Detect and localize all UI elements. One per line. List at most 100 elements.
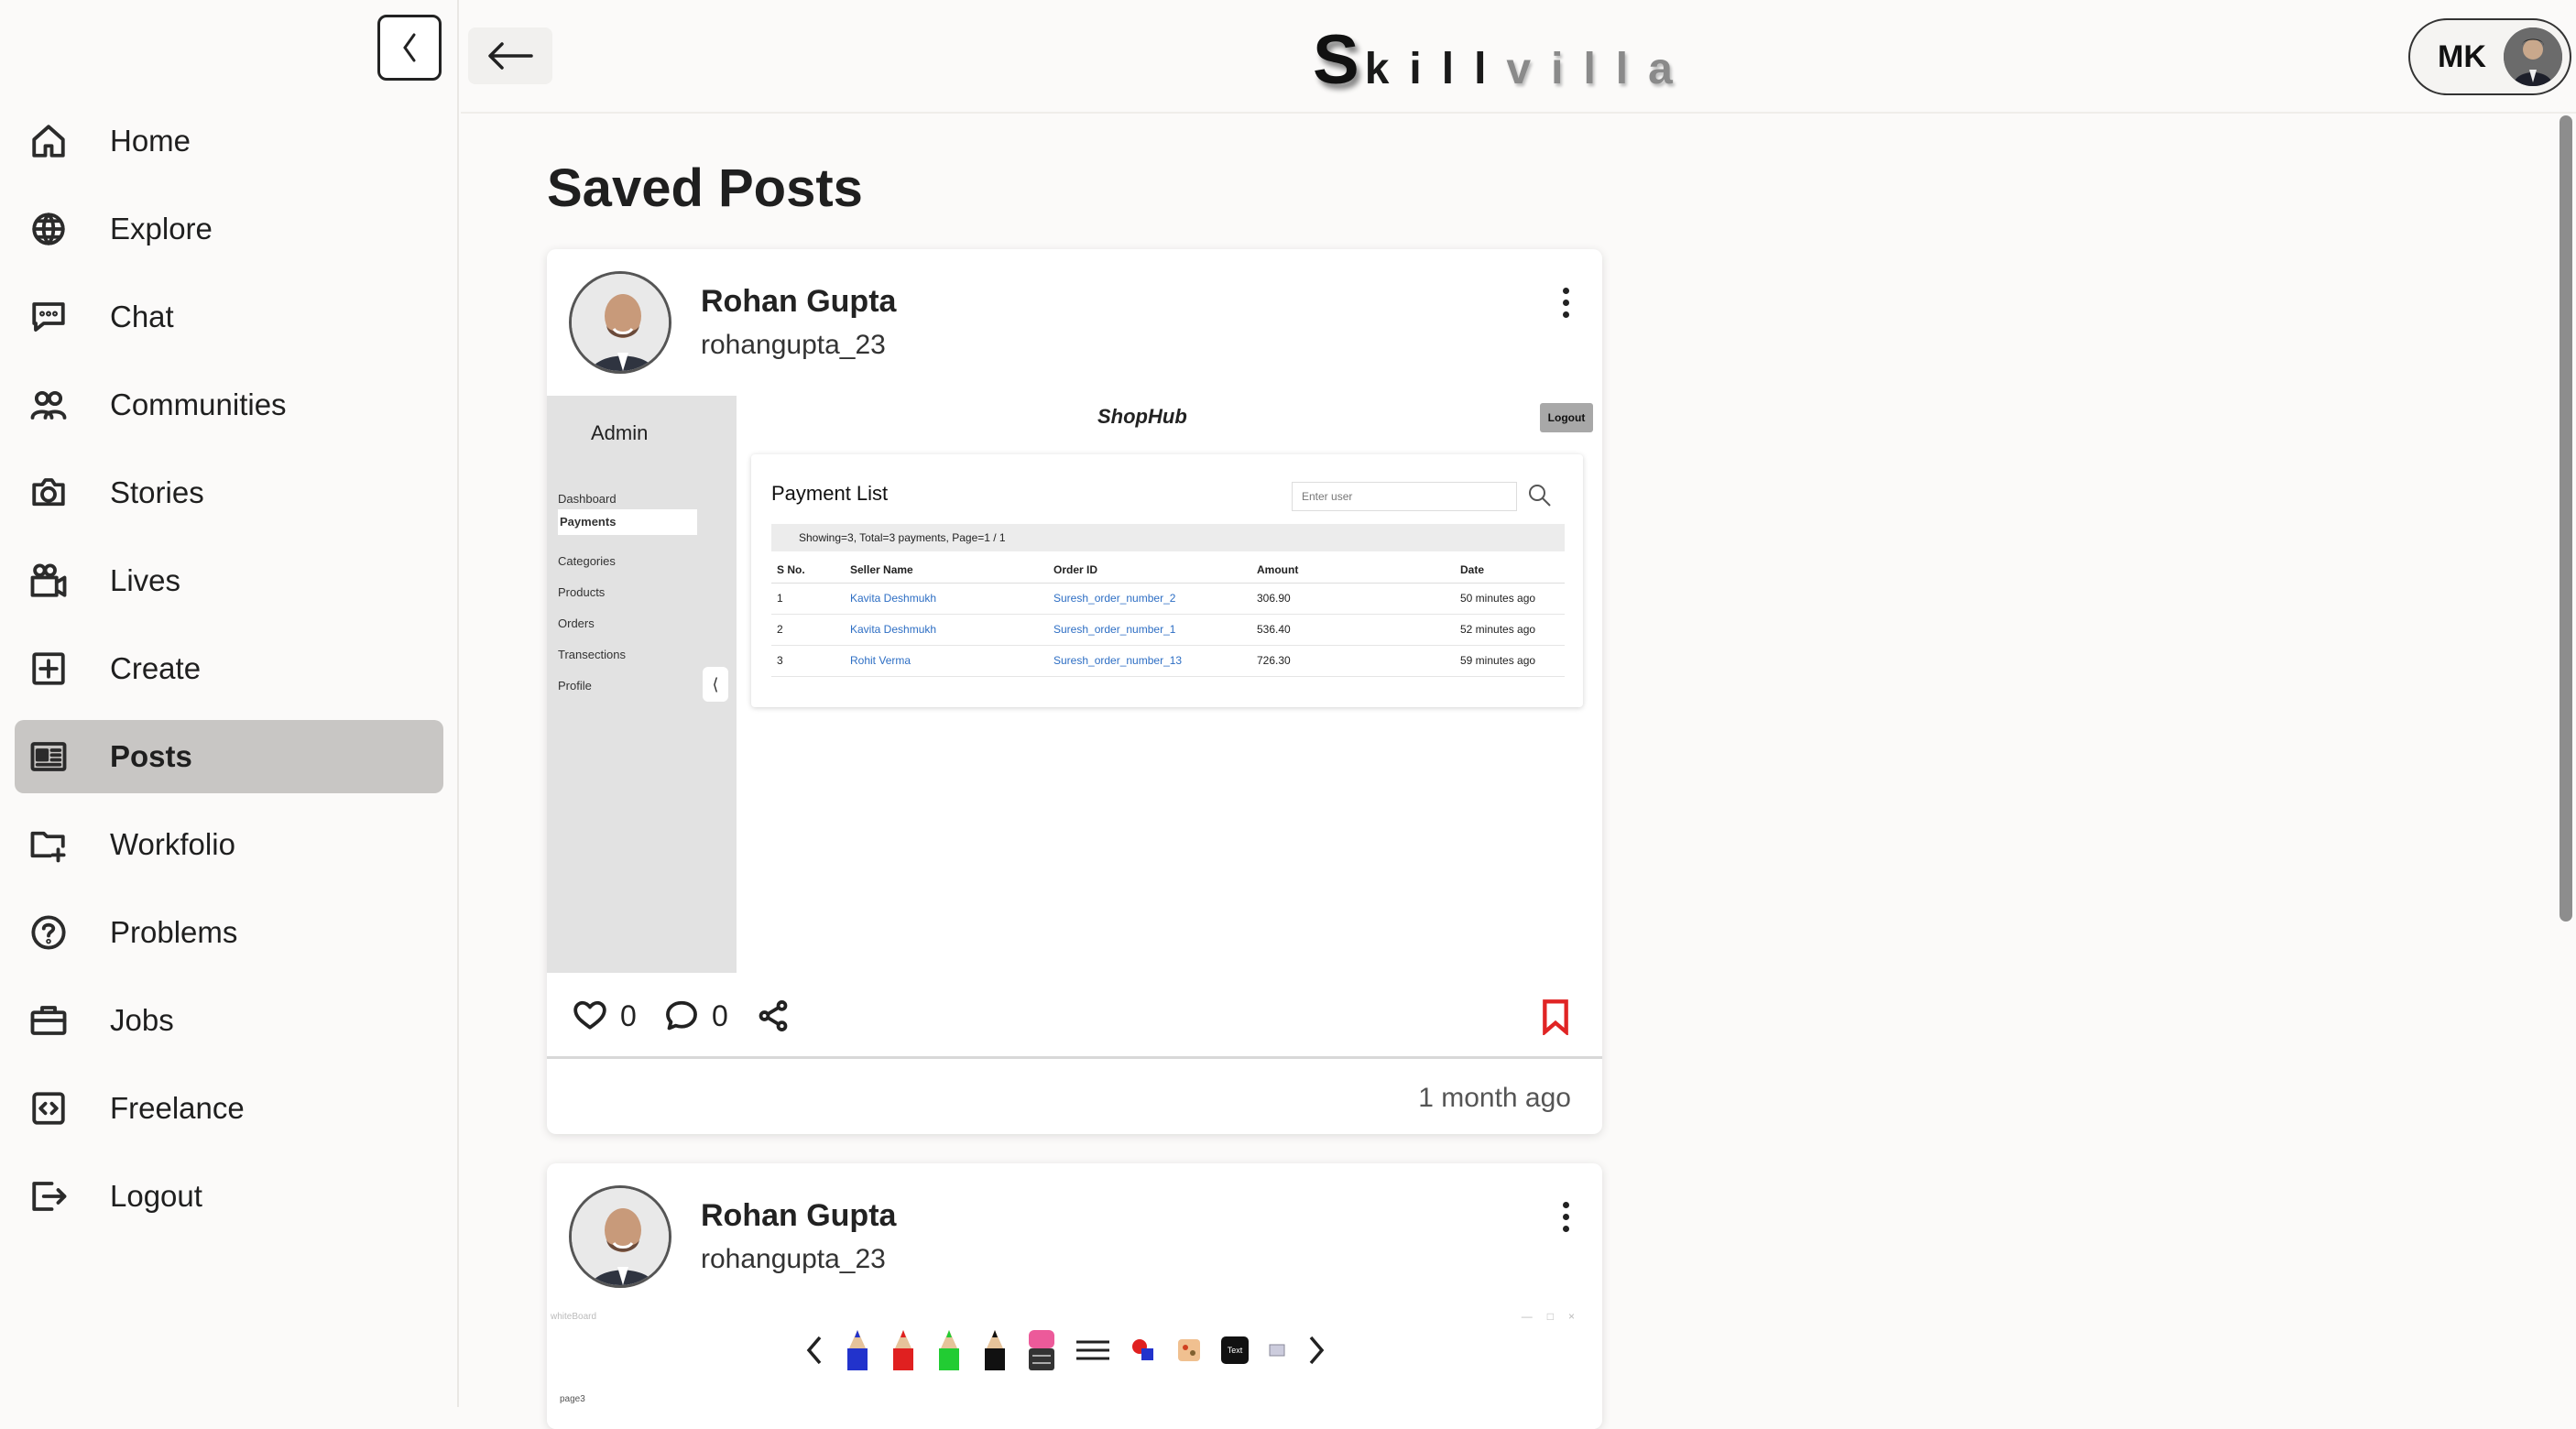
dot xyxy=(1562,288,1569,294)
shapes-icon xyxy=(1132,1339,1153,1360)
heart-icon xyxy=(573,1000,606,1030)
line-width-icon xyxy=(1076,1340,1109,1360)
comment-icon xyxy=(666,1000,697,1031)
window-controls: —□× xyxy=(1521,1310,1589,1323)
table-cell: 50 minutes ago xyxy=(1455,583,1565,615)
post-author-username[interactable]: rohangupta_23 xyxy=(701,1244,886,1275)
table-header-row: S No. Seller Name Order ID Amount Date xyxy=(771,557,1565,584)
table-cell: 2 xyxy=(771,614,845,646)
users-icon xyxy=(27,384,70,426)
sidebar-item-workfolio[interactable]: Workfolio xyxy=(15,808,443,881)
sidebar-item-label: Logout xyxy=(110,1179,202,1213)
blue-pencil-icon xyxy=(847,1330,868,1370)
post-options-button[interactable] xyxy=(1556,288,1575,328)
table-cell: Kavita Deshmukh xyxy=(845,614,1048,646)
sidebar-item-label: Workfolio xyxy=(110,827,235,861)
camera-icon xyxy=(27,472,70,514)
eraser-icon xyxy=(1029,1330,1054,1370)
table-cell: Rohit Verma xyxy=(845,645,1048,677)
sidebar-item-explore[interactable]: Explore xyxy=(15,192,443,266)
sidebar-item-communities[interactable]: Communities xyxy=(15,368,443,442)
chevron-left-icon xyxy=(403,33,416,62)
table-cell: 52 minutes ago xyxy=(1455,614,1565,646)
sidebar-item-jobs[interactable]: Jobs xyxy=(15,984,443,1057)
collapse-sidebar-button[interactable] xyxy=(377,15,442,81)
post-header: Rohan Gupta rohangupta_23 xyxy=(547,1163,1602,1310)
like-count: 0 xyxy=(620,998,637,1032)
dot xyxy=(1562,300,1569,306)
back-button[interactable] xyxy=(468,27,552,84)
dot xyxy=(1562,1214,1569,1220)
dot xyxy=(1562,1226,1569,1232)
table-cell: 726.30 xyxy=(1251,645,1455,677)
folder-plus-icon xyxy=(27,824,70,866)
sidebar-item-posts[interactable]: Posts xyxy=(15,720,443,793)
post-card: Rohan Gupta rohangupta_23 whiteBoard —□×… xyxy=(547,1163,1602,1429)
post-timestamp: 1 month ago xyxy=(1418,1083,1571,1113)
shot-payment-table: S No. Seller Name Order ID Amount Date 1… xyxy=(771,557,1565,677)
dot xyxy=(1562,311,1569,318)
user-menu-button[interactable]: MK xyxy=(2408,18,2571,95)
post-author-avatar[interactable] xyxy=(569,271,671,374)
sidebar-item-stories[interactable]: Stories xyxy=(15,456,443,529)
post-author-avatar[interactable] xyxy=(569,1185,671,1288)
table-header: Order ID xyxy=(1048,557,1251,584)
shot-brand: ShopHub xyxy=(1097,405,1187,428)
shot-nav-item: Transections xyxy=(558,648,626,661)
shot-logout-button: Logout xyxy=(1540,403,1593,432)
user-avatar xyxy=(2504,27,2562,86)
like-button[interactable]: 0 xyxy=(573,998,637,1033)
sidebar-item-chat[interactable]: Chat xyxy=(15,280,443,354)
post-author-name[interactable]: Rohan Gupta xyxy=(701,284,896,320)
share-button[interactable] xyxy=(756,998,803,1033)
post-image[interactable]: whiteBoard —□× Text page3 xyxy=(547,1310,1602,1429)
shot-nav-item: Categories xyxy=(558,554,616,568)
sidebar-item-label: Jobs xyxy=(110,1003,174,1037)
shot-meta-text: Showing=3, Total=3 payments, Page=1 / 1 xyxy=(799,531,1006,544)
sidebar-item-label: Posts xyxy=(110,739,192,773)
sidebar-item-label: Explore xyxy=(110,212,213,245)
post-author-username[interactable]: rohangupta_23 xyxy=(701,330,886,361)
shot-admin-sidebar: Admin Dashboard Users Categories Product… xyxy=(547,396,737,973)
chevron-left-icon xyxy=(806,1336,822,1365)
sidebar-item-label: Communities xyxy=(110,387,287,421)
sidebar-item-home[interactable]: Home xyxy=(15,104,443,178)
bookmark-button[interactable] xyxy=(1540,998,1571,1040)
sidebar-nav: Home Explore Chat Communities Stories Li… xyxy=(15,104,443,1248)
sidebar-item-problems[interactable]: Problems xyxy=(15,896,443,969)
sidebar-item-label: Problems xyxy=(110,915,238,949)
sidebar-item-freelance[interactable]: Freelance xyxy=(15,1072,443,1145)
comment-button[interactable]: 0 xyxy=(664,998,728,1033)
page-title: Saved Posts xyxy=(547,158,863,218)
table-header: Seller Name xyxy=(845,557,1048,584)
post-card: Rohan Gupta rohangupta_23 Admin Dashboar… xyxy=(547,249,1602,1134)
page-scrollbar[interactable] xyxy=(2560,115,2572,922)
skillvilla-logo[interactable]: S kill villa xyxy=(1313,20,1693,99)
logout-icon xyxy=(27,1175,70,1217)
sidebar-item-lives[interactable]: Lives xyxy=(15,544,443,617)
whiteboard-label: whiteBoard xyxy=(551,1312,597,1322)
sidebar: Home Explore Chat Communities Stories Li… xyxy=(0,0,459,1407)
red-pencil-icon xyxy=(893,1330,913,1370)
logo-text-light: villa xyxy=(1506,45,1693,93)
post-image[interactable]: Admin Dashboard Users Categories Product… xyxy=(547,396,1602,973)
chat-icon xyxy=(27,296,70,338)
table-header: Date xyxy=(1455,557,1565,584)
post-options-button[interactable] xyxy=(1556,1202,1575,1242)
text-tool-label: Text xyxy=(1227,1346,1243,1355)
table-row: 3 Rohit Verma Suresh_order_number_13 726… xyxy=(771,645,1565,677)
table-cell: Suresh_order_number_2 xyxy=(1048,583,1251,615)
question-icon xyxy=(27,911,70,954)
sidebar-item-label: Stories xyxy=(110,475,204,509)
post-author-name[interactable]: Rohan Gupta xyxy=(701,1198,896,1234)
whiteboard-page-label: page3 xyxy=(560,1394,585,1404)
briefcase-icon xyxy=(27,999,70,1042)
top-header: S kill villa MK xyxy=(461,0,2576,114)
sidebar-item-create[interactable]: Create xyxy=(15,632,443,705)
sidebar-item-label: Home xyxy=(110,124,191,158)
palette-icon xyxy=(1178,1339,1200,1361)
bookmark-icon xyxy=(1543,999,1568,1037)
shot-meta-bar: Showing=3, Total=3 payments, Page=1 / 1 xyxy=(771,524,1565,551)
shot-nav-item: Profile xyxy=(558,679,592,693)
sidebar-item-logout[interactable]: Logout xyxy=(15,1160,443,1233)
